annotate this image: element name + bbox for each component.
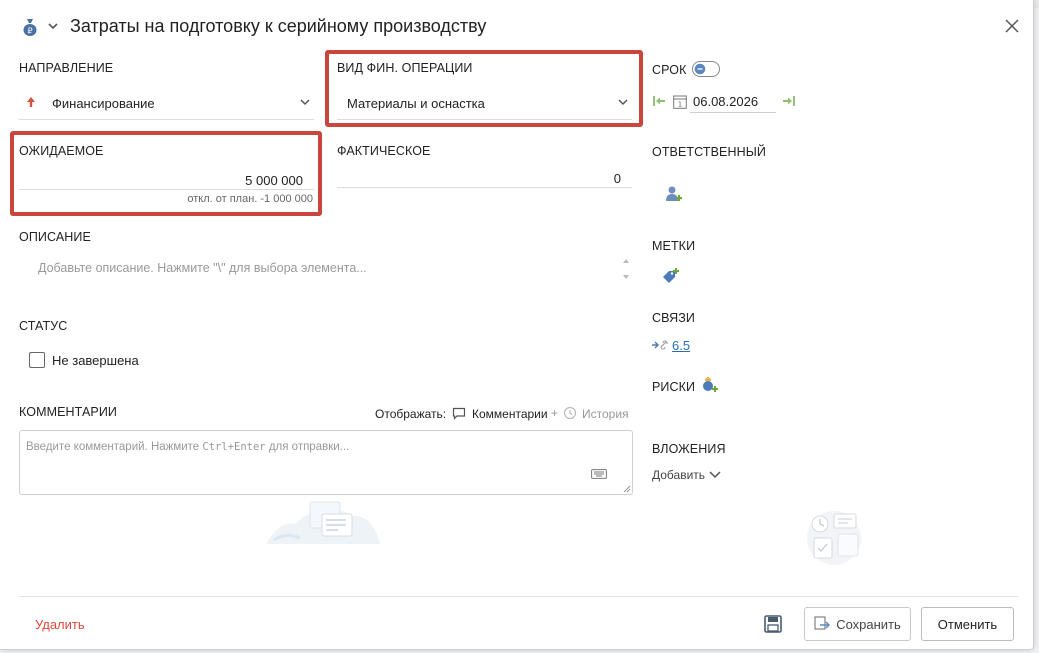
history-toggle[interactable]: История (582, 407, 629, 421)
history-clock-icon (563, 406, 577, 420)
responsible-label: ОТВЕТСТВЕННЫЙ (652, 145, 766, 159)
deadline-label: СРОК (652, 63, 687, 77)
money-bag-icon[interactable]: ₽ (22, 17, 38, 37)
close-icon[interactable] (1004, 18, 1020, 34)
expected-label: ОЖИДАЕМОЕ (19, 144, 104, 158)
actual-input[interactable]: 0 (337, 171, 621, 186)
fin-operation-label: ВИД ФИН. ОПЕРАЦИИ (337, 61, 473, 75)
cancel-button[interactable]: Отменить (921, 607, 1014, 641)
save-button-label: Сохранить (836, 616, 901, 632)
comments-toggle[interactable]: Комментарии (472, 407, 548, 421)
chevron-down-icon[interactable] (47, 20, 59, 32)
save-floppy-icon[interactable] (764, 615, 782, 633)
link-item[interactable]: 6.5 (672, 338, 690, 353)
svg-text:1: 1 (678, 101, 682, 109)
cancel-button-label: Отменить (937, 616, 998, 632)
comments-empty-illustration (266, 500, 382, 548)
add-tag-icon[interactable] (662, 267, 680, 285)
save-button[interactable]: Сохранить (804, 607, 911, 641)
comments-label: КОММЕНТАРИИ (19, 405, 118, 419)
save-button-icon (814, 616, 831, 632)
direction-select[interactable]: Финансирование (52, 96, 155, 111)
comments-show-label: Отображать: (375, 407, 447, 421)
direction-label: НАПРАВЛЕНИЕ (19, 61, 114, 75)
expected-input[interactable]: 5 000 000 (19, 173, 303, 188)
attachments-label: ВЛОЖЕНИЯ (652, 442, 726, 456)
deadline-date-input[interactable]: 06.08.2026 (693, 94, 758, 109)
resize-handle-icon[interactable] (623, 485, 631, 493)
attachments-chevron-icon[interactable] (708, 470, 722, 480)
task-dialog: ₽ Затраты на подготовку к серийному прои… (0, 0, 1034, 650)
expected-deviation: откл. от план. -1 000 000 (187, 193, 313, 205)
comment-bubble-icon (452, 407, 466, 420)
direction-chevron-icon[interactable] (299, 97, 311, 107)
status-checkbox[interactable] (29, 352, 45, 368)
comment-placeholder: Введите комментарий. Нажмите Ctrl+Enter … (26, 441, 350, 453)
description-input[interactable]: Добавьте описание. Нажмите "\" для выбор… (38, 261, 367, 275)
description-label: ОПИСАНИЕ (19, 230, 91, 244)
attachments-empty-illustration (800, 506, 870, 568)
keyboard-icon[interactable] (591, 469, 607, 479)
calendar-icon[interactable]: 1 (673, 94, 687, 109)
actual-label: ФАКТИЧЕСКОЕ (337, 144, 431, 158)
add-risk-icon[interactable] (701, 376, 719, 394)
status-checkbox-label[interactable]: Не завершена (52, 353, 139, 368)
attachments-add-button[interactable]: Добавить (652, 468, 705, 482)
fin-operation-chevron-icon[interactable] (617, 97, 629, 107)
links-label: СВЯЗИ (652, 311, 696, 325)
dialog-title[interactable]: Затраты на подготовку к серийному произв… (70, 16, 486, 37)
arrow-up-icon (26, 96, 36, 108)
description-scrollbar[interactable] (622, 258, 630, 280)
add-user-icon[interactable] (665, 185, 683, 203)
comment-input[interactable]: Введите комментарий. Нажмите Ctrl+Enter … (19, 430, 633, 495)
comments-plus: + (551, 406, 559, 420)
tags-label: МЕТКИ (652, 239, 696, 253)
date-next-icon[interactable] (782, 95, 795, 107)
link-arrow-icon (652, 340, 670, 350)
svg-text:₽: ₽ (27, 27, 32, 36)
deadline-toggle[interactable] (692, 61, 720, 77)
risks-label: РИСКИ (652, 380, 696, 394)
delete-button[interactable]: Удалить (35, 617, 85, 632)
status-label: СТАТУС (19, 319, 68, 333)
fin-operation-select[interactable]: Материалы и оснастка (347, 96, 485, 111)
date-prev-icon[interactable] (653, 95, 666, 107)
